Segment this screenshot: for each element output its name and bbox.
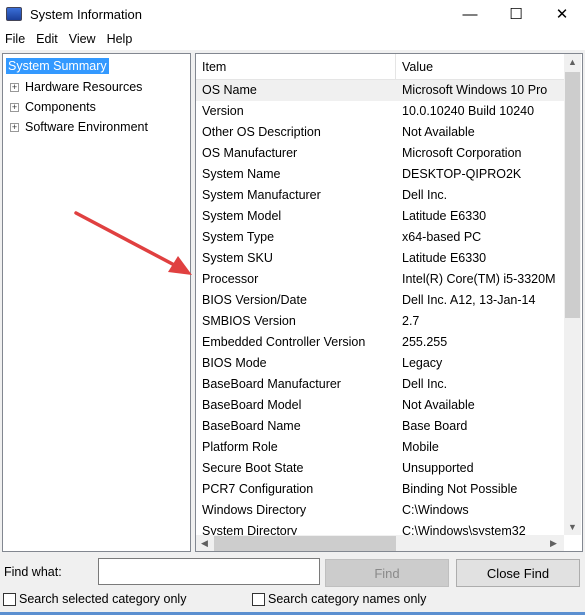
checkbox-label: Search category names only — [268, 592, 427, 606]
find-label: Find what: — [4, 565, 62, 579]
checkbox-label: Search selected category only — [19, 592, 187, 606]
checkbox-icon[interactable] — [252, 592, 265, 606]
close-find-button[interactable]: Close Find — [456, 559, 580, 587]
checkbox-icon[interactable] — [3, 592, 16, 606]
search-selected-category-checkbox[interactable]: Search selected category only — [3, 592, 186, 606]
find-button[interactable]: Find — [325, 559, 449, 587]
search-category-names-checkbox[interactable]: Search category names only — [252, 592, 426, 606]
annotation-arrow-icon — [74, 211, 192, 275]
find-input[interactable] — [98, 558, 320, 585]
